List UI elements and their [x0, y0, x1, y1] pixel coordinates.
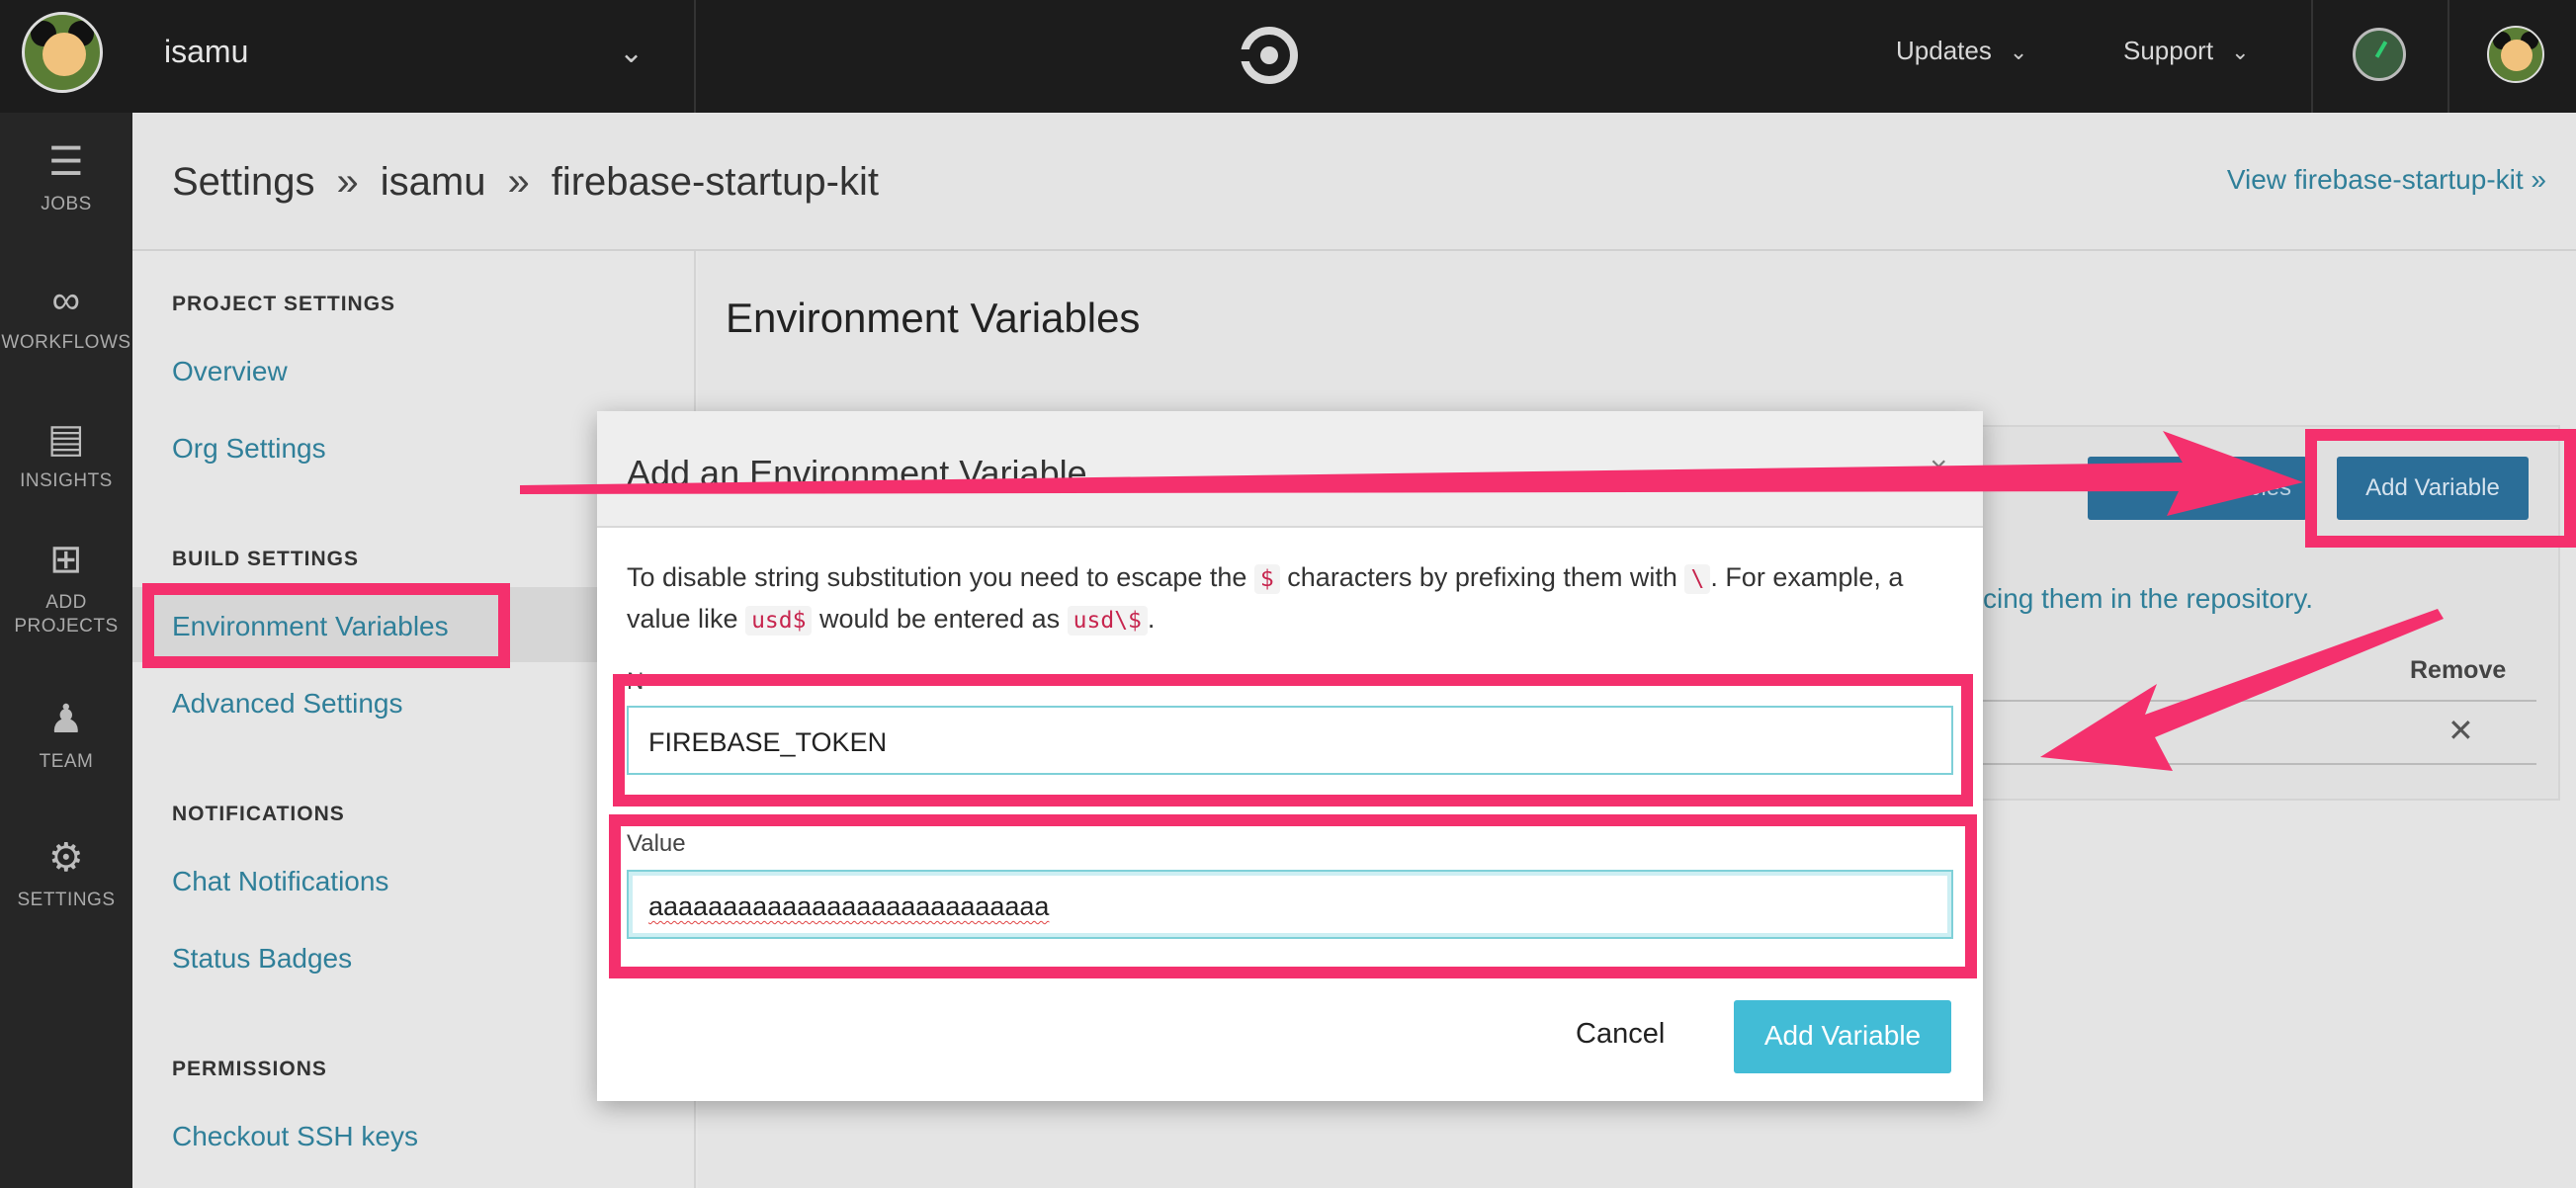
circleci-logo[interactable] — [1240, 26, 1299, 85]
breadcrumb-separator: » — [507, 160, 530, 204]
nav-overview[interactable]: Overview — [172, 356, 288, 387]
cancel-button[interactable]: Cancel — [1576, 1018, 1665, 1051]
rail-label: ADD — [45, 592, 87, 613]
breadcrumb-settings[interactable]: Settings — [172, 160, 315, 204]
code-dollar: $ — [1253, 564, 1280, 594]
code-backslash: \ — [1684, 564, 1711, 594]
close-icon[interactable]: ✕ — [2447, 712, 2474, 749]
modal-title: Add an Environment Variable — [627, 453, 1087, 493]
modal-description: To disable string substitution you need … — [627, 557, 1961, 640]
support-menu[interactable]: Support ⌄ — [2123, 36, 2250, 66]
chevron-down-icon: ⌄ — [2009, 40, 2028, 64]
breadcrumb-separator: » — [336, 160, 359, 204]
import-variables-button[interactable]: Variables — [2088, 457, 2307, 520]
add-variable-submit-button[interactable]: Add Variable — [1734, 1000, 1951, 1073]
remove-column-header: Remove — [2410, 656, 2507, 684]
nav-chat-notifications[interactable]: Chat Notifications — [172, 866, 388, 897]
rail-item-jobs[interactable]: ☰ JOBS — [0, 140, 132, 215]
rail-label: SETTINGS — [17, 890, 116, 910]
support-label: Support — [2123, 36, 2214, 65]
permissions-heading: PERMISSIONS — [172, 1058, 327, 1080]
rail-label: JOBS — [41, 194, 92, 214]
jobs-icon: ☰ — [47, 140, 85, 184]
insights-icon: ▤ — [46, 417, 86, 461]
view-project-link[interactable]: View firebase-startup-kit » — [2227, 164, 2546, 196]
rail-item-add-projects[interactable]: ⊞ ADD PROJECTS — [0, 538, 132, 638]
rail-item-workflows[interactable]: ∞ WORKFLOWS — [0, 279, 132, 354]
org-name: isamu — [164, 34, 249, 69]
user-avatar[interactable] — [2487, 26, 2544, 83]
nav-checkout-ssh-keys[interactable]: Checkout SSH keys — [172, 1121, 418, 1152]
divider — [2447, 0, 2449, 113]
code-usd-escaped: usd\$ — [1067, 606, 1148, 636]
rail-label: TEAM — [39, 751, 94, 772]
page-title: Environment Variables — [726, 295, 1141, 341]
rail-label: PROJECTS — [14, 616, 119, 636]
rail-item-settings[interactable]: ⚙ SETTINGS — [0, 836, 132, 911]
rail-item-team[interactable]: ♟ TEAM — [0, 698, 132, 773]
desc-text: would be entered as — [812, 604, 1068, 634]
rail-item-insights[interactable]: ▤ INSIGHTS — [0, 417, 132, 492]
env-vars-description: cing them in the repository. — [1983, 583, 2314, 614]
highlight-box — [609, 814, 1977, 978]
notifications-heading: NOTIFICATIONS — [172, 803, 345, 825]
breadcrumb-project[interactable]: firebase-startup-kit — [552, 160, 879, 204]
highlight-box — [142, 583, 510, 668]
nav-status-badges[interactable]: Status Badges — [172, 943, 352, 975]
breadcrumb: Settings » isamu » firebase-startup-kit — [172, 160, 879, 205]
nav-org-settings[interactable]: Org Settings — [172, 433, 326, 465]
rail-label: WORKFLOWS — [1, 332, 131, 353]
close-icon[interactable]: × — [1930, 451, 1947, 484]
chevron-down-icon: ⌄ — [2231, 40, 2250, 64]
org-avatar — [22, 12, 103, 93]
divider — [1983, 700, 2536, 702]
project-settings-heading: PROJECT SETTINGS — [172, 293, 396, 315]
team-icon: ♟ — [47, 698, 85, 741]
desc-text: characters by prefixing them with — [1279, 562, 1685, 592]
workflows-icon: ∞ — [51, 279, 81, 322]
org-switcher[interactable]: isamu ⌄ — [0, 0, 696, 113]
desc-text: To disable string substitution you need … — [627, 562, 1254, 592]
code-usd: usd$ — [745, 606, 813, 636]
desc-text: . — [1147, 604, 1156, 634]
highlight-box — [613, 674, 1973, 806]
modal-header: Add an Environment Variable × — [597, 411, 1983, 528]
nav-advanced-settings[interactable]: Advanced Settings — [172, 688, 403, 720]
top-bar: isamu ⌄ Updates ⌄ Support ⌄ — [0, 0, 2576, 113]
divider — [2311, 0, 2313, 113]
divider — [1983, 763, 2536, 765]
status-icon[interactable] — [2353, 28, 2406, 81]
add-projects-icon: ⊞ — [48, 538, 83, 581]
updates-menu[interactable]: Updates ⌄ — [1896, 36, 2027, 66]
rail-label: INSIGHTS — [20, 470, 113, 491]
page-header: Settings » isamu » firebase-startup-kit View… — [132, 113, 2576, 251]
left-rail: ☰ JOBS ∞ WORKFLOWS ▤ INSIGHTS ⊞ ADD PROJ… — [0, 113, 132, 1188]
breadcrumb-org[interactable]: isamu — [381, 160, 486, 204]
build-settings-heading: BUILD SETTINGS — [172, 548, 360, 570]
highlight-box — [2305, 429, 2576, 548]
settings-icon: ⚙ — [47, 836, 85, 880]
chevron-down-icon[interactable]: ⌄ — [619, 36, 644, 70]
updates-label: Updates — [1896, 36, 1992, 65]
